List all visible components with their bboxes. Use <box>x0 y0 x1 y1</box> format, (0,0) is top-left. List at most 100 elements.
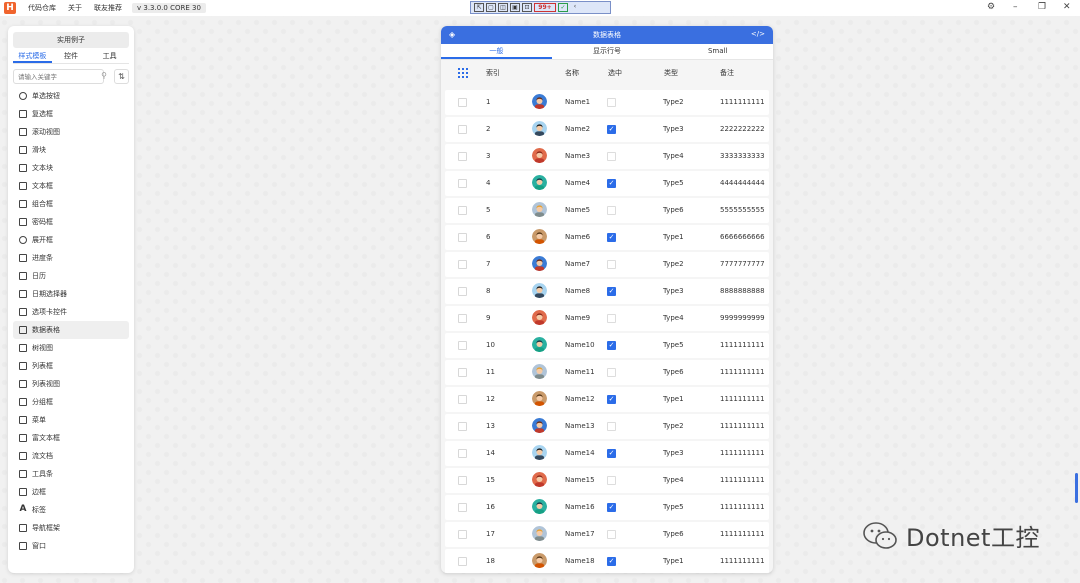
layout-adorner-icon[interactable]: ▣ <box>510 3 520 12</box>
row-selected-checkbox[interactable]: ✓ <box>607 557 616 566</box>
table-row[interactable]: 8 Name8 ✓ Type3 8888888888 <box>445 279 769 304</box>
code-icon[interactable]: </> <box>751 30 765 38</box>
row-checkbox[interactable] <box>458 422 467 431</box>
row-checkbox[interactable] <box>458 260 467 269</box>
header-name[interactable]: 名称 <box>565 68 579 78</box>
header-type[interactable]: 类型 <box>664 68 678 78</box>
sidebar-item[interactable]: 工具条 <box>13 465 129 483</box>
close-icon[interactable]: ✕ <box>1063 2 1071 12</box>
row-selected-checkbox[interactable] <box>607 476 616 485</box>
menu-recommend[interactable]: 联友推荐 <box>94 3 122 13</box>
row-checkbox[interactable] <box>458 530 467 539</box>
tab-style-template[interactable]: 样式模板 <box>13 50 52 63</box>
table-row[interactable]: 2 Name2 ✓ Type3 2222222222 <box>445 117 769 142</box>
table-row[interactable]: 6 Name6 ✓ Type1 6666666666 <box>445 225 769 250</box>
search-input[interactable] <box>13 69 104 84</box>
row-checkbox[interactable] <box>458 395 467 404</box>
sidebar-item[interactable]: 树视图 <box>13 339 129 357</box>
sidebar-item[interactable]: 富文本框 <box>13 429 129 447</box>
row-selected-checkbox[interactable] <box>607 422 616 431</box>
sidebar-item[interactable]: 单选按钮 <box>13 87 129 105</box>
row-selected-checkbox[interactable] <box>607 314 616 323</box>
row-checkbox[interactable] <box>458 449 467 458</box>
sidebar-item[interactable]: A 标签 <box>13 501 129 519</box>
row-selected-checkbox[interactable] <box>607 530 616 539</box>
track-focus-icon[interactable]: ◫ <box>498 3 508 12</box>
sidebar-item[interactable]: 边框 <box>13 483 129 501</box>
table-row[interactable]: 11 Name11 Type6 1111111111 <box>445 360 769 385</box>
row-selected-checkbox[interactable]: ✓ <box>607 503 616 512</box>
row-selected-checkbox[interactable]: ✓ <box>607 287 616 296</box>
row-checkbox[interactable] <box>458 476 467 485</box>
sidebar-item[interactable]: 密码框 <box>13 213 129 231</box>
tab-controls[interactable]: 控件 <box>52 50 91 63</box>
row-selected-checkbox[interactable]: ✓ <box>607 125 616 134</box>
header-index[interactable]: 索引 <box>486 68 500 78</box>
table-row[interactable]: 4 Name4 ✓ Type5 4444444444 <box>445 171 769 196</box>
sidebar-item[interactable]: 导航框架 <box>13 519 129 537</box>
tab-tools[interactable]: 工具 <box>90 50 129 63</box>
collapse-chevron-icon[interactable]: ‹ <box>570 3 580 12</box>
row-checkbox[interactable] <box>458 287 467 296</box>
row-checkbox[interactable] <box>458 233 467 242</box>
row-checkbox[interactable] <box>458 206 467 215</box>
row-checkbox[interactable] <box>458 341 467 350</box>
row-selected-checkbox[interactable] <box>607 152 616 161</box>
row-selected-checkbox[interactable]: ✓ <box>607 449 616 458</box>
sidebar-item[interactable]: 选项卡控件 <box>13 303 129 321</box>
sidebar-item[interactable]: 文本框 <box>13 177 129 195</box>
row-selected-checkbox[interactable]: ✓ <box>607 341 616 350</box>
sidebar-item[interactable]: 流文档 <box>13 447 129 465</box>
menu-code-repo[interactable]: 代码仓库 <box>28 3 56 13</box>
sidebar-item[interactable]: 日期选择器 <box>13 285 129 303</box>
row-selected-checkbox[interactable] <box>607 368 616 377</box>
tab-small[interactable]: Small <box>662 44 773 59</box>
row-selected-checkbox[interactable] <box>607 98 616 107</box>
sidebar-item[interactable]: 复选框 <box>13 105 129 123</box>
table-row[interactable]: 9 Name9 Type4 9999999999 <box>445 306 769 331</box>
row-selected-checkbox[interactable] <box>607 206 616 215</box>
row-checkbox[interactable] <box>458 368 467 377</box>
row-selected-checkbox[interactable] <box>607 260 616 269</box>
row-checkbox[interactable] <box>458 125 467 134</box>
row-selected-checkbox[interactable]: ✓ <box>607 395 616 404</box>
table-row[interactable]: 17 Name17 Type6 1111111111 <box>445 522 769 547</box>
display-icon[interactable]: ▢ <box>486 3 496 12</box>
row-checkbox[interactable] <box>458 179 467 188</box>
table-row[interactable]: 15 Name15 Type4 1111111111 <box>445 468 769 493</box>
table-row[interactable]: 3 Name3 Type4 3333333333 <box>445 144 769 169</box>
row-checkbox[interactable] <box>458 98 467 107</box>
gear-icon[interactable]: ⚙ <box>987 2 995 12</box>
sidebar-item[interactable]: 窗口 <box>13 537 129 555</box>
row-checkbox[interactable] <box>458 152 467 161</box>
row-checkbox[interactable] <box>458 503 467 512</box>
binding-errors-badge[interactable]: 99+ <box>534 3 556 12</box>
sidebar-item[interactable]: 列表视图 <box>13 375 129 393</box>
sidebar-item[interactable]: 列表框 <box>13 357 129 375</box>
sort-button[interactable]: ⇅ <box>114 69 129 84</box>
row-selected-checkbox[interactable]: ✓ <box>607 179 616 188</box>
table-row[interactable]: 1 Name1 Type2 1111111111 <box>445 90 769 115</box>
sidebar-item[interactable]: 日历 <box>13 267 129 285</box>
row-selected-checkbox[interactable]: ✓ <box>607 233 616 242</box>
menu-about[interactable]: 关于 <box>68 3 82 13</box>
table-row[interactable]: 16 Name16 ✓ Type5 1111111111 <box>445 495 769 520</box>
maximize-icon[interactable]: ❐ <box>1038 2 1046 12</box>
table-row[interactable]: 5 Name5 Type6 5555555555 <box>445 198 769 223</box>
sidebar-item[interactable]: 分组框 <box>13 393 129 411</box>
table-row[interactable]: 10 Name10 ✓ Type5 1111111111 <box>445 333 769 358</box>
header-note[interactable]: 备注 <box>720 68 734 78</box>
table-row[interactable]: 18 Name18 ✓ Type1 1111111111 <box>445 549 769 573</box>
sidebar-item[interactable]: 组合框 <box>13 195 129 213</box>
sidebar-item[interactable]: 进度条 <box>13 249 129 267</box>
row-checkbox[interactable] <box>458 557 467 566</box>
side-scroll-indicator[interactable] <box>1075 473 1078 503</box>
header-selected[interactable]: 选中 <box>608 68 622 78</box>
binding-icon[interactable]: ⊡ <box>522 3 532 12</box>
tab-show-row-number[interactable]: 显示行号 <box>552 44 663 59</box>
minimize-icon[interactable]: – <box>1013 2 1018 12</box>
tab-general[interactable]: 一般 <box>441 44 552 59</box>
sidebar-item[interactable]: 展开框 <box>13 231 129 249</box>
sidebar-item[interactable]: 滑块 <box>13 141 129 159</box>
sidebar-item[interactable]: 文本块 <box>13 159 129 177</box>
